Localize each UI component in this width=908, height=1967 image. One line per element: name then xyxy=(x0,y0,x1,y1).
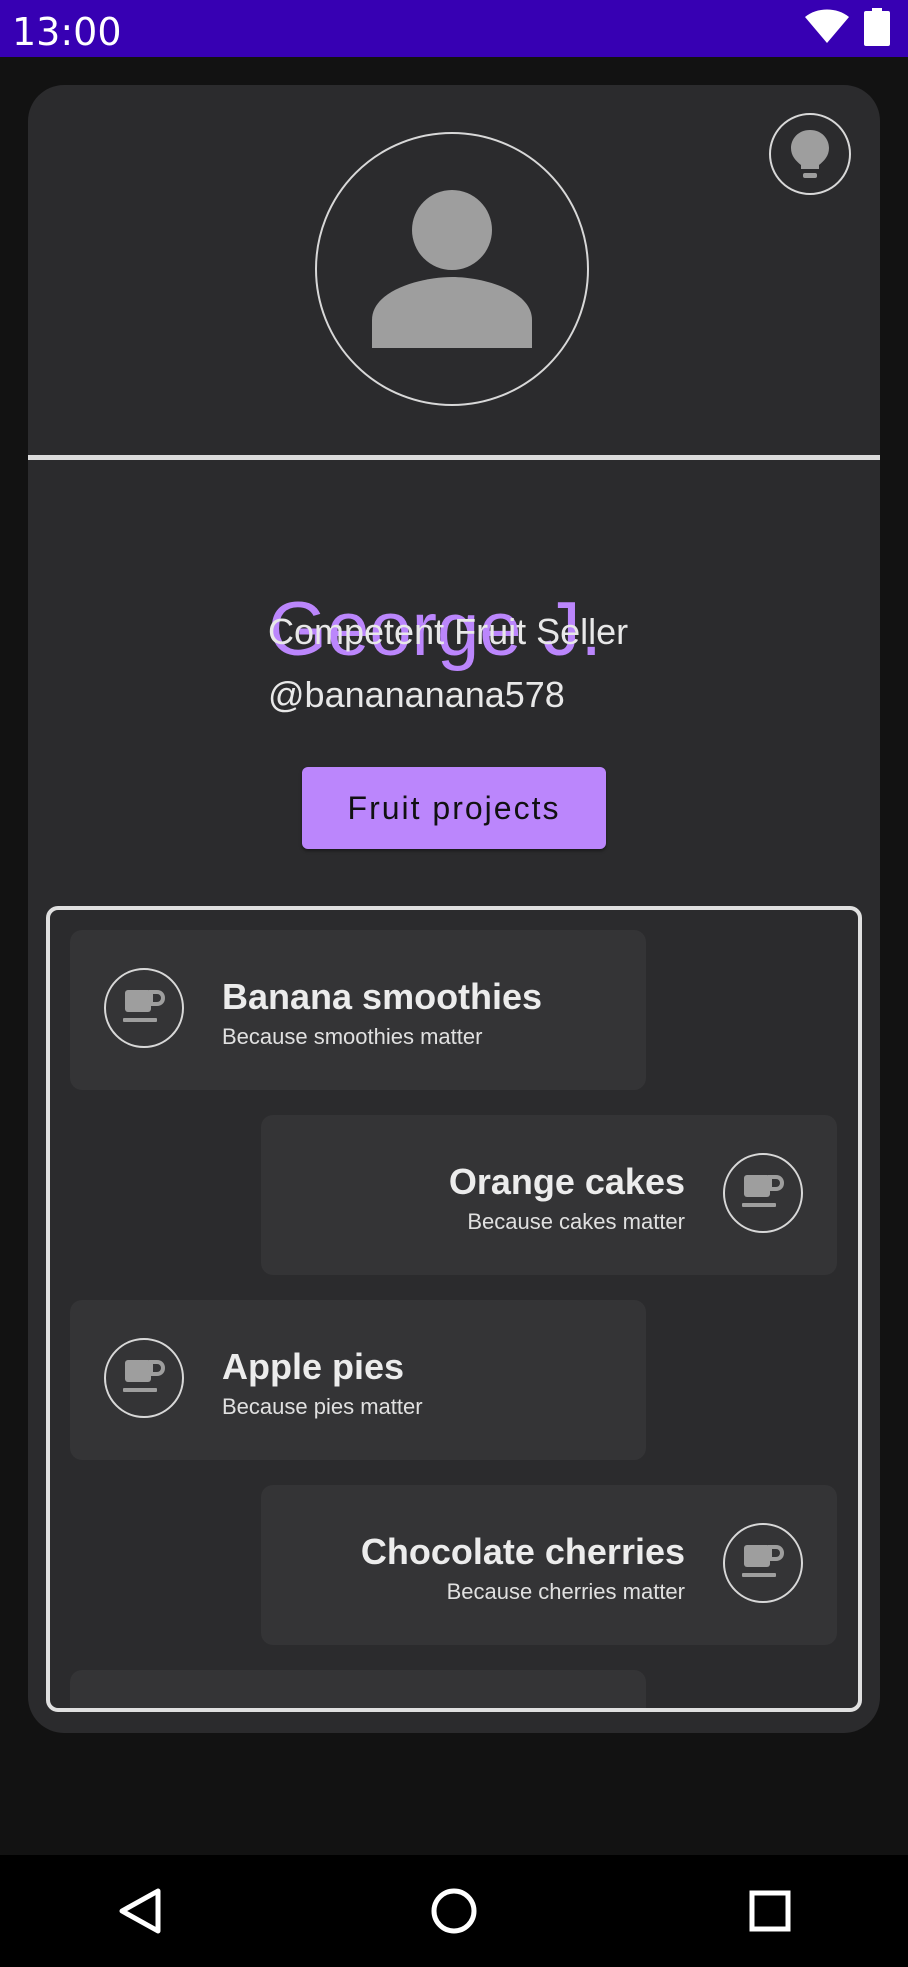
home-icon xyxy=(431,1888,477,1934)
project-card-orange-cakes[interactable]: Orange cakes Because cakes matter xyxy=(261,1115,837,1275)
lightbulb-icon xyxy=(791,130,829,178)
coffee-cup-icon xyxy=(104,968,184,1048)
project-card-banana-smoothies[interactable]: Banana smoothies Because smoothies matte… xyxy=(70,930,646,1090)
battery-icon xyxy=(864,7,890,51)
person-icon xyxy=(372,190,532,348)
project-title: Apple pies xyxy=(222,1346,405,1387)
project-title: Orange cakes xyxy=(448,1161,685,1202)
profile-card: George J. Competent Fruit Seller @banana… xyxy=(28,85,880,1733)
project-title: Banana smoothies xyxy=(222,976,543,1017)
project-title: Chocolate cherries xyxy=(360,1531,685,1572)
fruit-projects-button[interactable]: Fruit projects xyxy=(302,767,606,849)
status-time: 13:00 xyxy=(12,10,122,54)
project-card-chocolate-cherries[interactable]: Chocolate cherries Because cherries matt… xyxy=(261,1485,837,1645)
back-button[interactable] xyxy=(112,1883,168,1939)
project-subtitle: Because pies matter xyxy=(222,1394,423,1419)
avatar xyxy=(315,132,589,406)
project-card-partial[interactable] xyxy=(70,1670,646,1708)
recents-button[interactable] xyxy=(742,1883,798,1939)
project-subtitle: Because smoothies matter xyxy=(222,1024,483,1049)
coffee-cup-icon xyxy=(104,1338,184,1418)
profile-handle: @banananana578 xyxy=(268,674,565,715)
project-subtitle: Because cherries matter xyxy=(446,1579,685,1604)
project-subtitle: Because cakes matter xyxy=(467,1209,685,1234)
theme-toggle-button[interactable] xyxy=(769,113,851,195)
recents-icon xyxy=(749,1890,791,1932)
header-divider xyxy=(28,455,880,460)
profile-header xyxy=(28,85,880,455)
back-icon xyxy=(119,1888,161,1934)
projects-list: Banana smoothies Because smoothies matte… xyxy=(46,906,862,1712)
status-bar: 13:00 xyxy=(0,0,908,57)
status-icons xyxy=(804,7,890,51)
coffee-cup-icon xyxy=(723,1153,803,1233)
wifi-icon xyxy=(804,9,850,50)
navigation-bar xyxy=(0,1855,908,1967)
profile-title: Competent Fruit Seller xyxy=(268,611,629,652)
home-button[interactable] xyxy=(426,1883,482,1939)
project-card-apple-pies[interactable]: Apple pies Because pies matter xyxy=(70,1300,646,1460)
coffee-cup-icon xyxy=(723,1523,803,1603)
